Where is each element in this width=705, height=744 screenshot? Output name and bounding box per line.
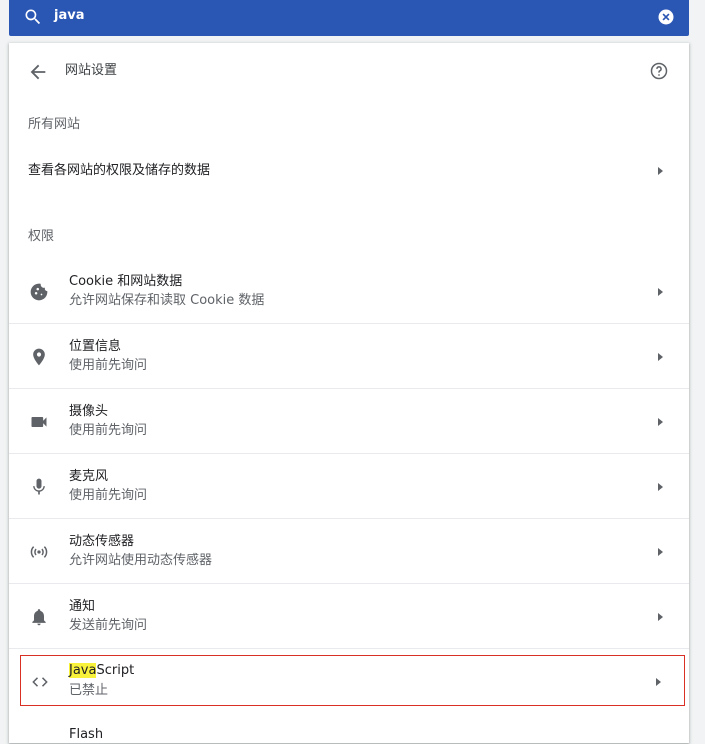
all-sites-link[interactable]: 查看各网站的权限及储存的数据 — [9, 146, 689, 196]
permission-status: 发送前先询问 — [69, 618, 148, 633]
chevron-right-icon — [658, 483, 663, 491]
permission-status: 允许网站保存和读取 Cookie 数据 — [69, 293, 265, 308]
search-icon — [23, 7, 43, 27]
sensors-icon — [29, 542, 49, 562]
section-label-permissions: 权限 — [28, 229, 55, 244]
chevron-right-icon — [658, 288, 663, 296]
location-icon — [29, 347, 49, 367]
chevron-right-icon — [658, 353, 663, 361]
permission-row-location[interactable]: 位置信息 使用前先询问 — [9, 325, 689, 389]
page-header: 网站设置 — [9, 43, 689, 101]
arrow-back-icon[interactable] — [27, 61, 49, 83]
permission-row-javascript[interactable]: JavaScript 已禁止 — [20, 655, 685, 706]
bell-icon — [29, 607, 49, 627]
permission-title: 麦克风 — [69, 469, 109, 484]
permission-title: 动态传感器 — [69, 534, 135, 549]
search-highlight: Java — [69, 663, 97, 678]
chevron-right-icon — [658, 613, 663, 621]
permission-title: Cookie 和网站数据 — [69, 274, 183, 289]
all-sites-link-label: 查看各网站的权限及储存的数据 — [28, 163, 211, 178]
section-label-all-sites: 所有网站 — [28, 117, 81, 132]
chevron-right-icon — [658, 548, 663, 556]
search-input[interactable]: java — [54, 7, 84, 25]
permission-title-partial: Flash — [69, 727, 104, 742]
settings-card: 网站设置 所有网站 查看各网站的权限及储存的数据 权限 Cookie 和网站数据… — [9, 43, 689, 743]
permission-title: 位置信息 — [69, 339, 122, 354]
permission-title: 摄像头 — [69, 404, 109, 419]
page-title: 网站设置 — [65, 63, 118, 78]
chevron-right-icon — [658, 167, 663, 175]
search-bar[interactable]: java — [9, 0, 689, 36]
permission-row-microphone[interactable]: 麦克风 使用前先询问 — [9, 455, 689, 519]
chevron-right-icon — [656, 678, 661, 686]
microphone-icon — [29, 477, 49, 497]
permission-status: 允许网站使用动态传感器 — [69, 553, 213, 568]
help-icon[interactable] — [649, 61, 669, 81]
close-circle-icon[interactable] — [656, 7, 676, 27]
permission-row-cookies[interactable]: Cookie 和网站数据 允许网站保存和读取 Cookie 数据 — [9, 260, 689, 324]
permission-row-notifications[interactable]: 通知 发送前先询问 — [9, 585, 689, 649]
permission-status: 已禁止 — [69, 683, 109, 698]
chevron-right-icon — [658, 418, 663, 426]
permission-title-rest: Script — [96, 663, 135, 678]
permission-row-camera[interactable]: 摄像头 使用前先询问 — [9, 390, 689, 454]
permission-row-sensors[interactable]: 动态传感器 允许网站使用动态传感器 — [9, 520, 689, 584]
cookie-icon — [29, 282, 49, 302]
camera-icon — [29, 412, 49, 432]
permission-title: 通知 — [69, 599, 96, 614]
permission-status: 使用前先询问 — [69, 488, 148, 503]
permission-status: 使用前先询问 — [69, 358, 148, 373]
code-icon — [30, 672, 50, 692]
permission-title: JavaScript — [69, 662, 134, 680]
permission-status: 使用前先询问 — [69, 423, 148, 438]
